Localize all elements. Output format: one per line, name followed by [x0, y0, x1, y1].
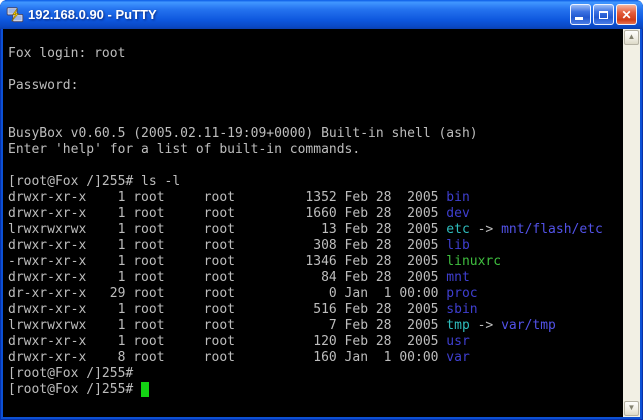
terminal-text-segment: tmp: [446, 318, 469, 333]
maximize-button[interactable]: [593, 4, 614, 25]
terminal-line: drwxr-xr-x 1 root root 308 Feb 28 2005 l…: [8, 238, 623, 254]
terminal-cursor: [141, 382, 149, 397]
terminal-line: drwxr-xr-x 1 root root 84 Feb 28 2005 mn…: [8, 270, 623, 286]
terminal-text-segment: usr: [446, 334, 469, 349]
terminal-screen[interactable]: Fox login: root Password: BusyBox v0.60.5 …: [3, 29, 623, 417]
scroll-down-button[interactable]: ▼: [624, 401, 639, 416]
terminal-text-segment: drwxr-xr-x 1 root root 1352 Feb 28 2005: [8, 190, 446, 205]
terminal-text-segment: proc: [446, 286, 477, 301]
terminal-line: -rwxr-xr-x 1 root root 1346 Feb 28 2005 …: [8, 254, 623, 270]
putty-window: 192.168.0.90 - PuTTY ✕ Fox login: root Pa…: [0, 0, 643, 420]
scroll-up-button[interactable]: ▲: [624, 30, 639, 45]
terminal-text-segment: mnt: [446, 270, 469, 285]
terminal-text-segment: [root@Fox /]255# ls -l: [8, 174, 180, 189]
terminal-text-segment: drwxr-xr-x 1 root root 84 Feb 28 2005: [8, 270, 446, 285]
terminal-line: lrwxrwxrwx 1 root root 13 Feb 28 2005 et…: [8, 222, 623, 238]
scroll-down-icon: ▼: [628, 403, 636, 412]
terminal-text-segment: linuxrc: [446, 254, 501, 269]
titlebar[interactable]: 192.168.0.90 - PuTTY ✕: [0, 0, 643, 29]
terminal-text-segment: drwxr-xr-x 1 root root 516 Feb 28 2005: [8, 302, 446, 317]
terminal-line: drwxr-xr-x 8 root root 160 Jan 1 00:00 v…: [8, 350, 623, 366]
terminal-line: [root@Fox /]255# ls -l: [8, 174, 623, 190]
scroll-up-icon: ▲: [628, 32, 636, 41]
terminal-text-segment: drwxr-xr-x 8 root root 160 Jan 1 00:00: [8, 350, 446, 365]
terminal-line: drwxr-xr-x 1 root root 1352 Feb 28 2005 …: [8, 190, 623, 206]
terminal-text-segment: [root@Fox /]255#: [8, 366, 133, 381]
terminal-line: [root@Fox /]255#: [8, 382, 623, 398]
terminal-line: Enter 'help' for a list of built-in comm…: [8, 142, 623, 158]
terminal-text-segment: lib: [446, 238, 469, 253]
minimize-button[interactable]: [570, 4, 591, 25]
terminal-line: drwxr-xr-x 1 root root 516 Feb 28 2005 s…: [8, 302, 623, 318]
maximize-icon: [599, 11, 608, 19]
terminal-line: Fox login: root: [8, 46, 623, 62]
terminal-text-segment: [root@Fox /]255#: [8, 382, 141, 397]
terminal-text-segment: drwxr-xr-x 1 root root 308 Feb 28 2005: [8, 238, 446, 253]
terminal: Fox login: root Password: BusyBox v0.60.5 …: [3, 29, 640, 417]
putty-icon: [6, 7, 24, 23]
terminal-text-segment: Fox login: root: [8, 46, 125, 61]
terminal-text-segment: Enter 'help' for a list of built-in comm…: [8, 142, 360, 157]
terminal-text-segment: lrwxrwxrwx 1 root root 13 Feb 28 2005: [8, 222, 446, 237]
scrollbar-track[interactable]: [623, 46, 640, 400]
terminal-text-segment: Password:: [8, 78, 78, 93]
terminal-text-segment: drwxr-xr-x 1 root root 120 Feb 28 2005: [8, 334, 446, 349]
terminal-line: [8, 110, 623, 126]
terminal-line: drwxr-xr-x 1 root root 1660 Feb 28 2005 …: [8, 206, 623, 222]
terminal-line: lrwxrwxrwx 1 root root 7 Feb 28 2005 tmp…: [8, 318, 623, 334]
terminal-text-segment: sbin: [446, 302, 477, 317]
terminal-line: [8, 62, 623, 78]
terminal-line: Password:: [8, 78, 623, 94]
close-button[interactable]: ✕: [616, 4, 637, 25]
terminal-text-segment: drwxr-xr-x 1 root root 1660 Feb 28 2005: [8, 206, 446, 221]
terminal-text-segment: etc: [446, 222, 469, 237]
terminal-text-segment: var: [446, 350, 469, 365]
terminal-text-segment: BusyBox v0.60.5 (2005.02.11-19:09+0000) …: [8, 126, 478, 141]
terminal-line: drwxr-xr-x 1 root root 120 Feb 28 2005 u…: [8, 334, 623, 350]
terminal-text-segment: dr-xr-xr-x 29 root root 0 Jan 1 00:00: [8, 286, 446, 301]
terminal-line: dr-xr-xr-x 29 root root 0 Jan 1 00:00 pr…: [8, 286, 623, 302]
terminal-text-segment: lrwxrwxrwx 1 root root 7 Feb 28 2005: [8, 318, 446, 333]
terminal-text-segment: -rwxr-xr-x 1 root root 1346 Feb 28 2005: [8, 254, 446, 269]
terminal-line: [root@Fox /]255#: [8, 366, 623, 382]
terminal-line: [8, 94, 623, 110]
terminal-text-segment: mnt/flash/etc: [501, 222, 603, 237]
window-title: 192.168.0.90 - PuTTY: [28, 7, 568, 22]
terminal-text-segment: ->: [470, 318, 501, 333]
terminal-text-segment: bin: [446, 190, 469, 205]
terminal-line: [8, 158, 623, 174]
terminal-line: BusyBox v0.60.5 (2005.02.11-19:09+0000) …: [8, 126, 623, 142]
terminal-text-segment: dev: [446, 206, 469, 221]
scrollbar[interactable]: ▲ ▼: [623, 29, 640, 417]
terminal-text-segment: var/tmp: [501, 318, 556, 333]
close-icon: ✕: [621, 9, 631, 21]
minimize-icon: [575, 17, 583, 20]
terminal-text-segment: ->: [470, 222, 501, 237]
